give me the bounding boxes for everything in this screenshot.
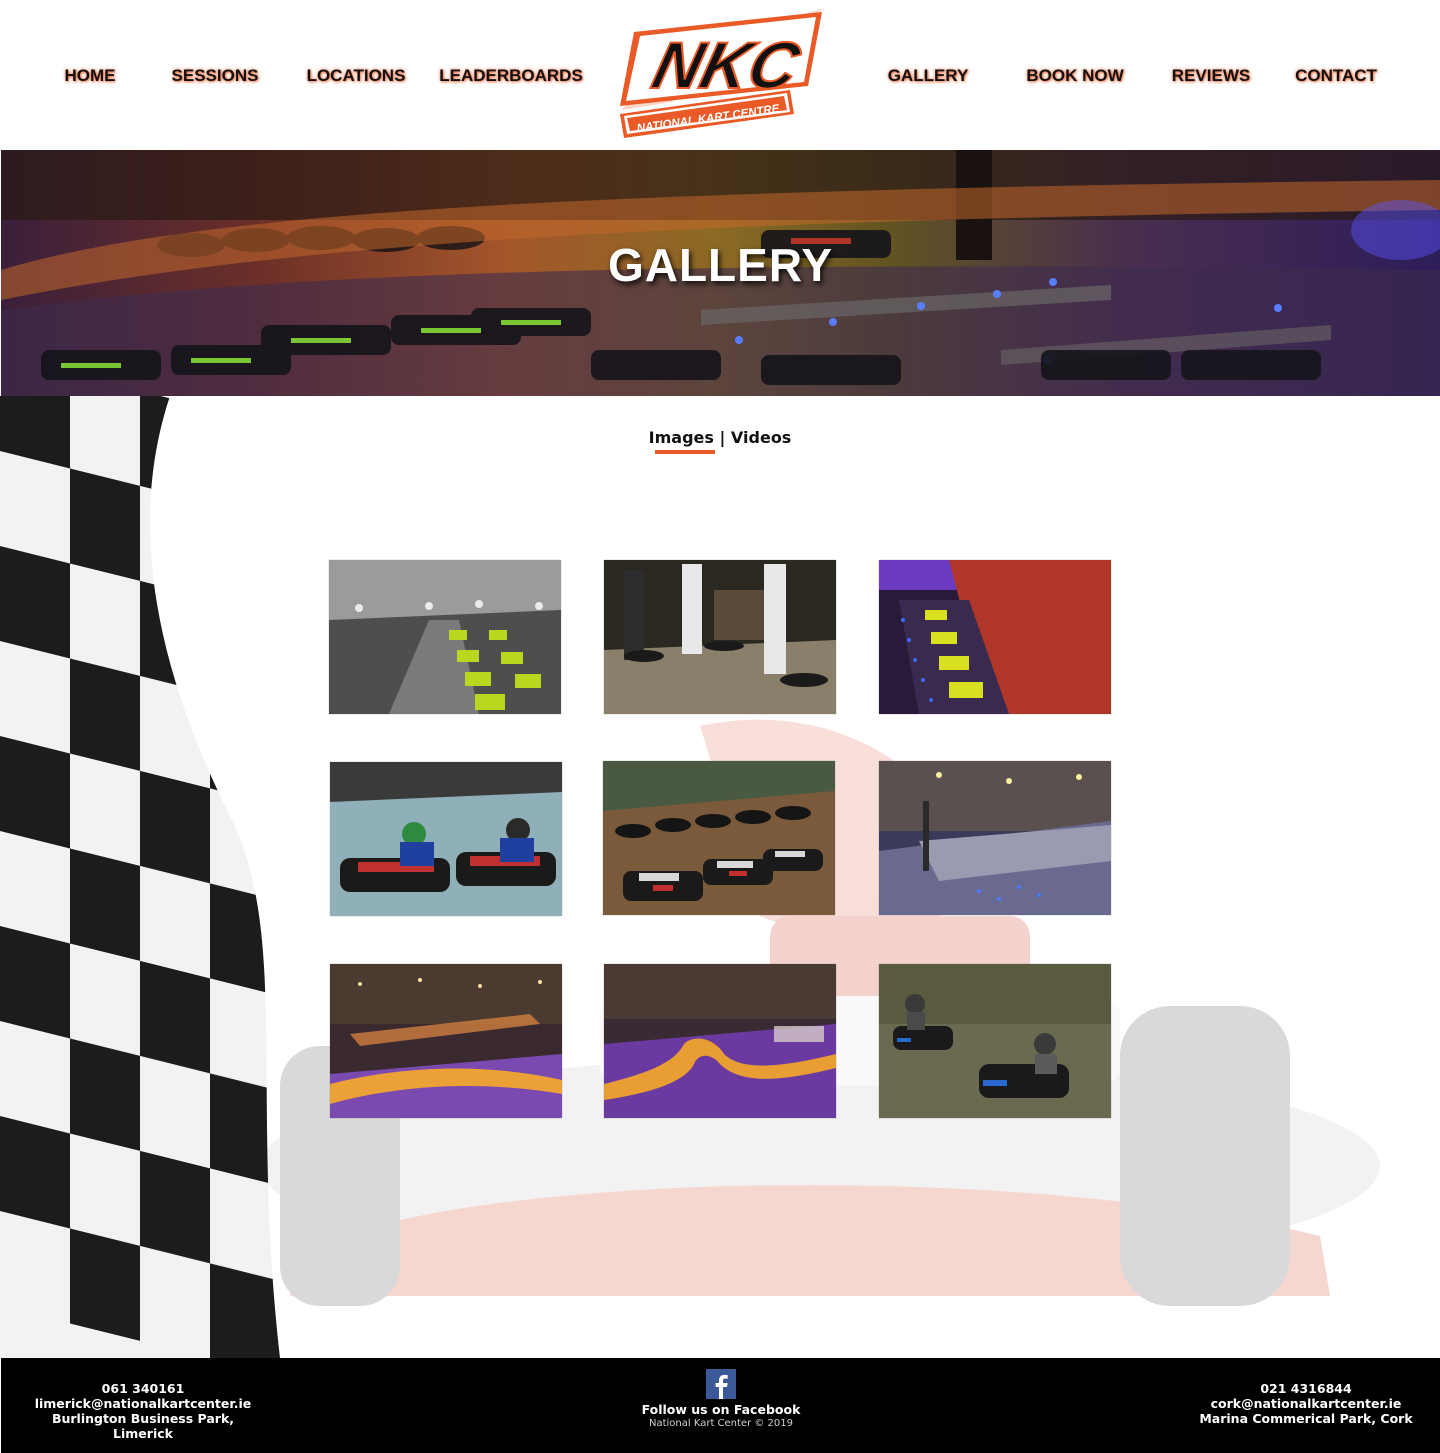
limerick-contact: 061 340161 limerick@nationalkartcenter.i… (21, 1381, 265, 1441)
nav-gallery[interactable]: GALLERY (880, 64, 976, 88)
gallery-image-5[interactable] (603, 761, 835, 915)
cork-contact: 021 4316844 cork@nationalkartcenter.ie M… (1193, 1381, 1419, 1426)
nav-home[interactable]: HOME (50, 64, 130, 88)
nkc-logo-icon: NKC NATIONAL KART CENTRE (620, 8, 826, 138)
tab-separator: | (719, 428, 726, 447)
active-tab-indicator (655, 450, 715, 454)
gallery-image-2[interactable] (604, 560, 836, 714)
cork-phone[interactable]: 021 4316844 (1193, 1381, 1419, 1396)
nav-book-now[interactable]: BOOK NOW (1020, 64, 1130, 88)
cork-address: Marina Commerical Park, Cork (1199, 1411, 1413, 1426)
nav-reviews[interactable]: REVIEWS (1164, 64, 1258, 88)
page-title: GALLERY (607, 239, 834, 291)
gallery-tabs: Images | Videos (0, 428, 1440, 447)
gallery-image-7[interactable] (330, 964, 562, 1118)
site-footer: 061 340161 limerick@nationalkartcenter.i… (1, 1358, 1440, 1453)
gallery-section: Images | Videos (0, 396, 1440, 1358)
nav-locations[interactable]: LOCATIONS (296, 64, 416, 88)
nav-contact[interactable]: CONTACT (1288, 64, 1384, 88)
gallery-image-6[interactable] (879, 761, 1111, 915)
cork-email[interactable]: cork@nationalkartcenter.ie (1193, 1396, 1419, 1411)
copyright-text: National Kart Center © 2019 (648, 1418, 794, 1429)
site-header: HOME SESSIONS LOCATIONS LEADERBOARDS NKC… (0, 0, 1440, 150)
gallery-image-3[interactable] (879, 560, 1111, 714)
limerick-address: Burlington Business Park, Limerick (51, 1411, 235, 1441)
nkc-logo[interactable]: NKC NATIONAL KART CENTRE (612, 2, 836, 142)
hero-banner: GALLERY (1, 150, 1440, 396)
facebook-icon[interactable] (706, 1369, 736, 1399)
nav-sessions[interactable]: SESSIONS (160, 64, 270, 88)
gallery-image-4[interactable] (330, 762, 562, 916)
tab-videos[interactable]: Videos (731, 428, 791, 447)
facebook-link[interactable]: Follow us on Facebook (601, 1402, 841, 1417)
nav-leaderboards[interactable]: LEADERBOARDS (436, 64, 586, 88)
gallery-image-8[interactable] (604, 964, 836, 1118)
gallery-image-1[interactable] (329, 560, 561, 714)
gallery-image-9[interactable] (879, 964, 1111, 1118)
limerick-phone[interactable]: 061 340161 (21, 1381, 265, 1396)
checkered-flag-image (0, 396, 280, 1358)
limerick-email[interactable]: limerick@nationalkartcenter.ie (21, 1396, 265, 1411)
tab-images[interactable]: Images (649, 428, 714, 447)
